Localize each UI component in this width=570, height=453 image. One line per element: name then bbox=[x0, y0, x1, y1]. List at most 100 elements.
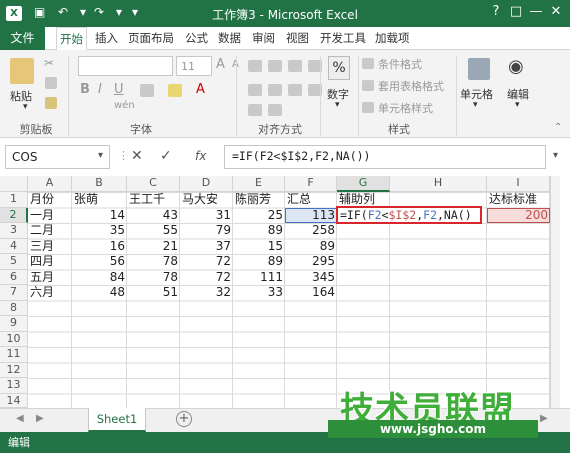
paste-button[interactable]: 粘贴 bbox=[10, 88, 32, 104]
cell-e4[interactable]: 15 bbox=[233, 239, 285, 255]
cell-a1[interactable]: 月份 bbox=[28, 192, 72, 208]
enter-formula-icon[interactable]: ✓ bbox=[160, 148, 172, 164]
cell-e3[interactable]: 89 bbox=[233, 223, 285, 239]
cell-i1[interactable]: 达标标准 bbox=[487, 192, 550, 208]
align-bottom-icon[interactable] bbox=[288, 60, 302, 72]
column-header-b[interactable]: B bbox=[72, 176, 127, 192]
cell-a3[interactable]: 二月 bbox=[28, 223, 72, 239]
column-header-d[interactable]: D bbox=[180, 176, 233, 192]
scroll-sheets-right-icon[interactable]: ▶ bbox=[36, 413, 44, 424]
row-header-11[interactable]: 11 bbox=[0, 347, 28, 363]
scroll-sheets-left-icon[interactable]: ◀ bbox=[16, 413, 24, 424]
insert-function-icon[interactable]: fx bbox=[195, 149, 206, 163]
align-center-icon[interactable] bbox=[268, 84, 282, 96]
grow-font-icon[interactable]: A bbox=[216, 57, 225, 72]
cell-f4[interactable]: 89 bbox=[285, 239, 337, 255]
align-left-icon[interactable] bbox=[248, 84, 262, 96]
worksheet-grid[interactable]: A B C D E F G H I 1 2 3 4 5 6 7 8 9 10 1… bbox=[0, 176, 560, 408]
cell-c4[interactable]: 21 bbox=[127, 239, 180, 255]
cell-b4[interactable]: 16 bbox=[72, 239, 127, 255]
cell-c5[interactable]: 78 bbox=[127, 254, 180, 270]
cell-a5[interactable]: 四月 bbox=[28, 254, 72, 270]
cell-e7[interactable]: 33 bbox=[233, 285, 285, 301]
cell-a2[interactable]: 一月 bbox=[28, 208, 72, 224]
conditional-format-button[interactable]: 条件格式 bbox=[378, 56, 422, 72]
tab-file[interactable]: 文件 bbox=[0, 27, 45, 50]
cell-a7[interactable]: 六月 bbox=[28, 285, 72, 301]
column-header-a[interactable]: A bbox=[28, 176, 72, 192]
minimize-icon[interactable]: — bbox=[526, 4, 546, 19]
cell-b7[interactable]: 48 bbox=[72, 285, 127, 301]
tab-view[interactable]: 视图 bbox=[283, 27, 312, 50]
row-header-4[interactable]: 4 bbox=[0, 238, 28, 254]
row-header-12[interactable]: 12 bbox=[0, 362, 28, 378]
row-header-7[interactable]: 7 bbox=[0, 285, 28, 301]
cell-d1[interactable]: 马大安 bbox=[180, 192, 233, 208]
format-as-table-button[interactable]: 套用表格格式 bbox=[378, 78, 444, 94]
cell-d5[interactable]: 72 bbox=[180, 254, 233, 270]
align-right-icon[interactable] bbox=[288, 84, 302, 96]
column-header-f[interactable]: F bbox=[285, 176, 337, 192]
row-header-3[interactable]: 3 bbox=[0, 223, 28, 239]
cell-c1[interactable]: 王工千 bbox=[127, 192, 180, 208]
cell-f3[interactable]: 258 bbox=[285, 223, 337, 239]
row-header-14[interactable]: 14 bbox=[0, 393, 28, 408]
cell-b6[interactable]: 84 bbox=[72, 270, 127, 286]
expand-formula-bar-icon[interactable]: ▾ bbox=[553, 150, 558, 161]
cell-c2[interactable]: 43 bbox=[127, 208, 180, 224]
cells-dropdown-icon[interactable]: ▾ bbox=[473, 100, 478, 110]
cell-a4[interactable]: 三月 bbox=[28, 239, 72, 255]
paste-icon[interactable] bbox=[10, 58, 34, 84]
cell-i2[interactable]: 200 bbox=[487, 208, 550, 224]
collapse-ribbon-icon[interactable]: ⌃ bbox=[554, 122, 562, 133]
row-header-1[interactable]: 1 bbox=[0, 192, 28, 208]
font-name-dropdown[interactable] bbox=[78, 56, 173, 76]
sheet-tab-sheet1[interactable]: Sheet1 bbox=[88, 408, 146, 432]
select-all-corner[interactable] bbox=[0, 176, 28, 192]
cell-b1[interactable]: 张萌 bbox=[72, 192, 127, 208]
add-sheet-icon[interactable]: + bbox=[176, 411, 192, 427]
column-header-h[interactable]: H bbox=[390, 176, 487, 192]
align-middle-icon[interactable] bbox=[268, 60, 282, 72]
cell-d3[interactable]: 79 bbox=[180, 223, 233, 239]
row-header-10[interactable]: 10 bbox=[0, 331, 28, 347]
tab-insert[interactable]: 插入 bbox=[92, 27, 121, 50]
column-header-g[interactable]: G bbox=[337, 176, 390, 192]
cell-d7[interactable]: 32 bbox=[180, 285, 233, 301]
font-color-icon[interactable]: A bbox=[196, 82, 205, 97]
cell-b5[interactable]: 56 bbox=[72, 254, 127, 270]
ribbon-display-icon[interactable]: □ bbox=[506, 4, 526, 19]
cancel-formula-icon[interactable]: ✕ bbox=[131, 148, 143, 164]
cell-styles-button[interactable]: 单元格样式 bbox=[378, 100, 433, 116]
cell-d2[interactable]: 31 bbox=[180, 208, 233, 224]
cell-f5[interactable]: 295 bbox=[285, 254, 337, 270]
cell-e1[interactable]: 陈丽芳 bbox=[233, 192, 285, 208]
tab-review[interactable]: 审阅 bbox=[249, 27, 278, 50]
row-header-9[interactable]: 9 bbox=[0, 316, 28, 332]
cut-icon[interactable]: ✂ bbox=[44, 56, 54, 70]
column-header-i[interactable]: I bbox=[487, 176, 550, 192]
tab-formulas[interactable]: 公式 bbox=[182, 27, 211, 50]
number-dropdown-icon[interactable]: ▾ bbox=[335, 100, 340, 110]
row-header-13[interactable]: 13 bbox=[0, 378, 28, 394]
cell-d6[interactable]: 72 bbox=[180, 270, 233, 286]
cell-e2[interactable]: 25 bbox=[233, 208, 285, 224]
row-header-2[interactable]: 2 bbox=[0, 207, 28, 223]
align-top-icon[interactable] bbox=[248, 60, 262, 72]
cell-f2[interactable]: 113 bbox=[285, 208, 337, 224]
cell-d4[interactable]: 37 bbox=[180, 239, 233, 255]
cell-f1[interactable]: 汇总 bbox=[285, 192, 337, 208]
tab-home[interactable]: 开始 bbox=[56, 27, 87, 51]
row-header-6[interactable]: 6 bbox=[0, 269, 28, 285]
cell-c7[interactable]: 51 bbox=[127, 285, 180, 301]
cell-b2[interactable]: 14 bbox=[72, 208, 127, 224]
column-header-c[interactable]: C bbox=[127, 176, 180, 192]
tab-addins[interactable]: 加载项 bbox=[372, 27, 413, 50]
help-icon[interactable]: ? bbox=[486, 4, 506, 19]
cell-b3[interactable]: 35 bbox=[72, 223, 127, 239]
cell-f7[interactable]: 164 bbox=[285, 285, 337, 301]
editing-dropdown-icon[interactable]: ▾ bbox=[515, 100, 520, 110]
name-box-dropdown-icon[interactable]: ▾ bbox=[98, 150, 103, 161]
copy-icon[interactable] bbox=[45, 77, 57, 89]
cell-c6[interactable]: 78 bbox=[127, 270, 180, 286]
